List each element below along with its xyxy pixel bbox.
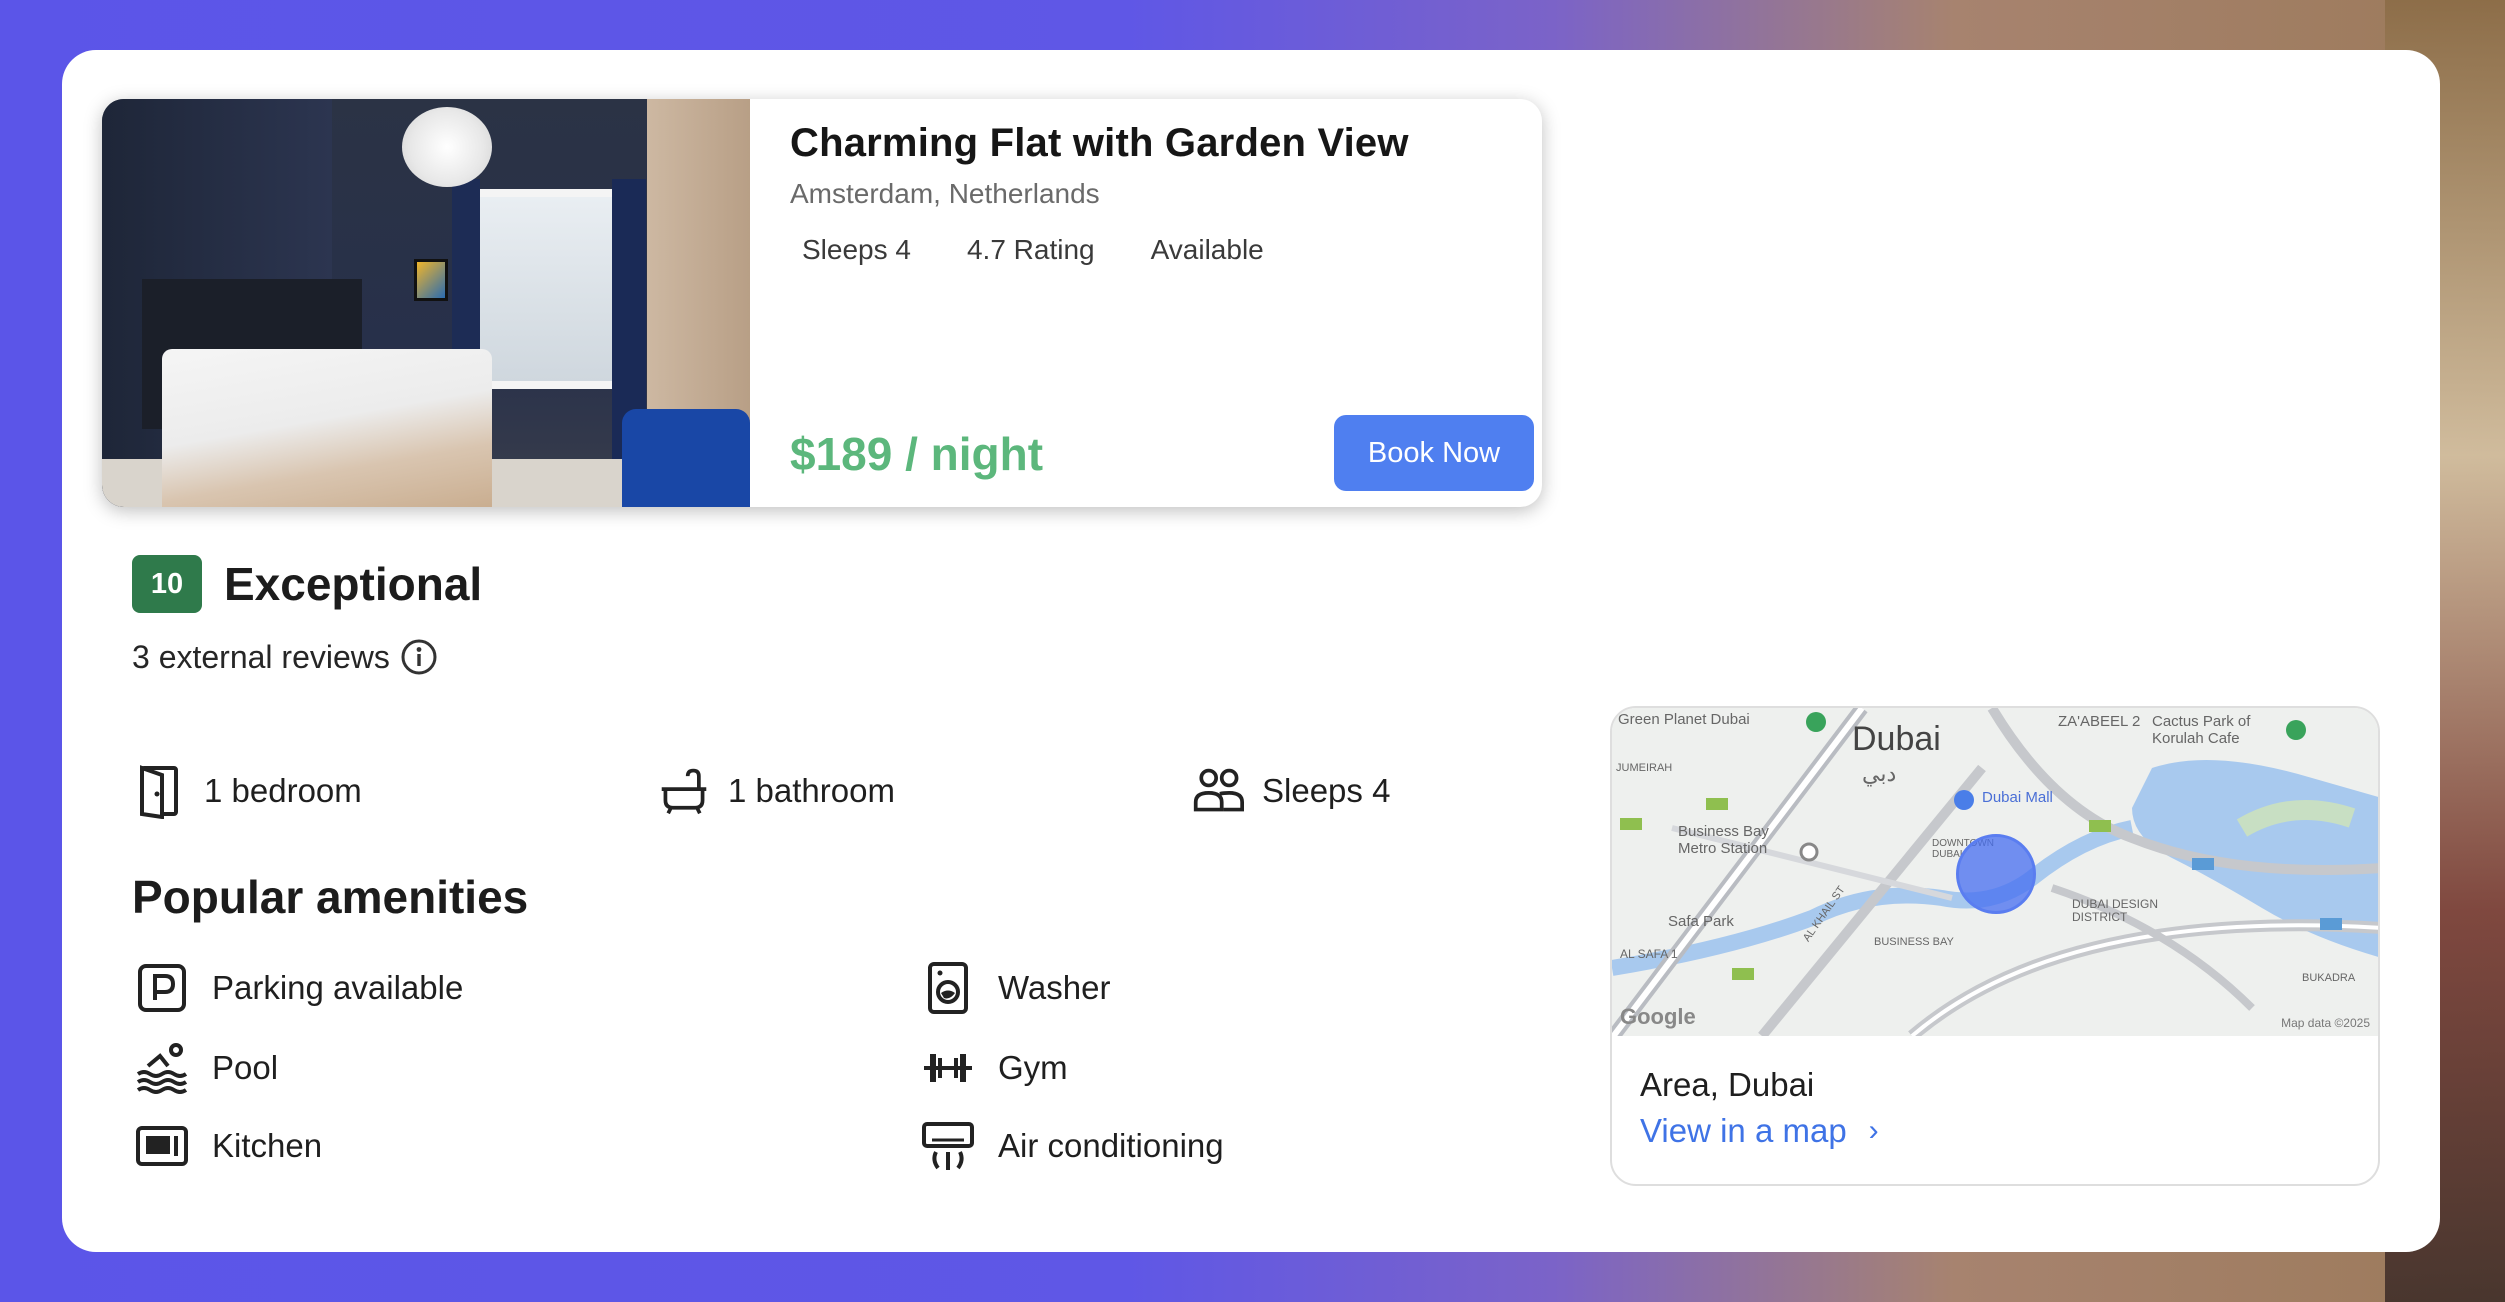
map-card[interactable]: Dubai دبي Green Planet Dubai ZA'ABEEL 2 …: [1610, 706, 2380, 1186]
parking-icon: [138, 964, 186, 1012]
map-poi: Cactus Park of Korulah Cafe: [2152, 713, 2251, 747]
property-panel: Charming Flat with Garden View Amsterdam…: [62, 50, 2440, 1252]
feature-sleeps-label: Sleeps 4: [1262, 772, 1391, 809]
map-footer: Area, Dubai View in a map ›: [1612, 1036, 2378, 1150]
amenity-washer-label: Washer: [998, 969, 1111, 1006]
map-city-label: Dubai: [1852, 720, 1941, 758]
view-in-map-label: View in a map: [1640, 1112, 1847, 1149]
listing-price: $189 / night: [790, 428, 1044, 480]
listing-title[interactable]: Charming Flat with Garden View: [790, 121, 1516, 166]
location-area-marker: [1956, 834, 2036, 914]
air-conditioner-icon: [922, 1122, 974, 1170]
map-poi: BUKADRA: [2302, 972, 2356, 984]
photo-painting: [414, 259, 448, 301]
photo-bed: [162, 349, 492, 507]
dumbbell-icon: [924, 1054, 972, 1082]
map-preview[interactable]: Dubai دبي Green Planet Dubai ZA'ABEEL 2 …: [1612, 708, 2378, 1036]
map-poi: ZA'ABEEL 2: [2058, 713, 2141, 730]
map-area-label: Area, Dubai: [1640, 1066, 1815, 1103]
rating-label: Exceptional: [224, 558, 483, 610]
listing-location: Amsterdam, Netherlands: [790, 178, 1100, 209]
washer-icon: [928, 962, 968, 1014]
microwave-icon: [136, 1126, 188, 1166]
meta-sleeps: Sleeps 4: [802, 234, 911, 265]
map-city-arabic: دبي: [1862, 761, 1897, 786]
photo-chair: [622, 409, 750, 507]
map-poi: JUMEIRAH: [1616, 762, 1673, 774]
map-poi: Green Planet Dubai: [1618, 711, 1750, 728]
amenity-parking-label: Parking available: [212, 969, 464, 1006]
map-poi: Safa Park: [1668, 913, 1734, 930]
score-badge: 10: [132, 555, 202, 613]
amenity-gym-label: Gym: [998, 1049, 1068, 1086]
people-icon: [1193, 768, 1244, 812]
map-poi: Business Bay Metro Station: [1678, 823, 1769, 857]
meta-availability: Available: [1150, 234, 1264, 265]
photo-lamp: [402, 107, 492, 187]
meta-rating: 4.7 Rating: [966, 234, 1095, 265]
map-poi: AL SAFA 1: [1620, 947, 1678, 961]
google-logo: Google: [1620, 1004, 1696, 1029]
amenity-pool: Pool: [134, 1040, 278, 1096]
amenity-washer: Washer: [920, 960, 1110, 1016]
listing-meta: Sleeps 4 4.7 Rating Available: [790, 228, 1516, 272]
map-poi: Dubai Mall: [1982, 789, 2053, 806]
chevron-right-icon: ›: [1868, 1114, 1879, 1147]
amenity-ac-label: Air conditioning: [998, 1127, 1224, 1164]
feature-sleeps: Sleeps 4: [1192, 763, 1390, 819]
amenity-ac: Air conditioning: [920, 1118, 1224, 1174]
feature-bathroom-label: 1 bathroom: [728, 772, 895, 809]
feature-bedroom-label: 1 bedroom: [204, 772, 362, 809]
feature-bathroom: 1 bathroom: [658, 763, 895, 819]
map-poi: DUBAI DESIGN DISTRICT: [2072, 897, 2159, 925]
listing-info: Charming Flat with Garden View Amsterdam…: [750, 99, 1542, 507]
amenity-kitchen-label: Kitchen: [212, 1127, 323, 1164]
door-icon: [140, 765, 178, 819]
amenity-gym: Gym: [920, 1040, 1068, 1096]
book-now-button[interactable]: Book Now: [1334, 415, 1534, 491]
pool-icon: [136, 1043, 188, 1094]
photo-window: [472, 189, 622, 389]
listing-photo[interactable]: [102, 99, 750, 507]
amenity-pool-label: Pool: [212, 1049, 279, 1086]
rating-summary: 10 Exceptional: [132, 555, 482, 613]
listing-card[interactable]: Charming Flat with Garden View Amsterdam…: [102, 99, 1542, 507]
reviews-row: 3 external reviews: [132, 638, 438, 676]
map-copyright: Map data ©2025: [2281, 1016, 2370, 1030]
bathtub-icon: [661, 768, 707, 815]
info-icon[interactable]: [400, 638, 438, 676]
feature-bedroom: 1 bedroom: [134, 763, 362, 819]
amenity-kitchen: Kitchen: [134, 1118, 322, 1174]
amenity-parking: Parking available: [134, 960, 463, 1016]
map-poi: BUSINESS BAY: [1874, 936, 1954, 948]
reviews-count: 3 external reviews: [132, 638, 390, 675]
amenities-title: Popular amenities: [132, 871, 529, 923]
view-in-map-link[interactable]: View in a map ›: [1640, 1112, 1879, 1150]
